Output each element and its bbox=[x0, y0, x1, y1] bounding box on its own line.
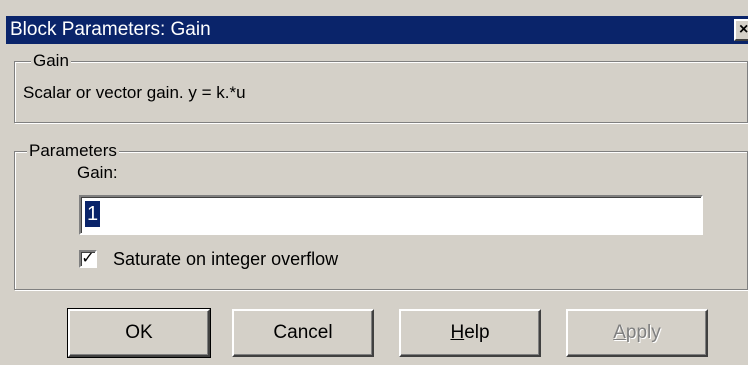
saturate-checkbox-label[interactable]: Saturate on integer overflow bbox=[113, 248, 338, 270]
gain-label: Gain: bbox=[77, 163, 118, 182]
gain-input[interactable]: 1 bbox=[79, 195, 703, 235]
apply-button[interactable]: Apply bbox=[566, 309, 708, 357]
ok-button[interactable]: OK bbox=[67, 308, 211, 358]
apply-label-rest: pply bbox=[625, 322, 661, 343]
saturate-checkbox[interactable]: ✓ bbox=[79, 250, 97, 268]
description-group: Gain Scalar or vector gain. y = k.*u bbox=[14, 50, 748, 123]
help-button[interactable]: Help bbox=[399, 309, 541, 357]
block-description: Scalar or vector gain. y = k.*u bbox=[23, 83, 246, 102]
description-group-legend: Gain bbox=[31, 50, 71, 72]
checkmark-icon: ✓ bbox=[81, 250, 95, 267]
close-icon[interactable]: × bbox=[734, 19, 748, 41]
block-parameters-dialog: Block Parameters: Gain × Gain Scalar or … bbox=[0, 0, 748, 365]
cancel-button[interactable]: Cancel bbox=[232, 309, 374, 357]
help-mnemonic: H bbox=[450, 322, 465, 343]
title-bar[interactable]: Block Parameters: Gain × bbox=[6, 16, 748, 44]
gain-value: 1 bbox=[85, 201, 101, 227]
help-label-rest: elp bbox=[464, 322, 490, 343]
window-title: Block Parameters: Gain bbox=[10, 19, 211, 40]
parameters-group-legend: Parameters bbox=[27, 140, 119, 162]
parameters-group: Parameters Gain: 1 ✓ Saturate on integer… bbox=[14, 140, 748, 290]
apply-mnemonic: A bbox=[613, 322, 626, 343]
